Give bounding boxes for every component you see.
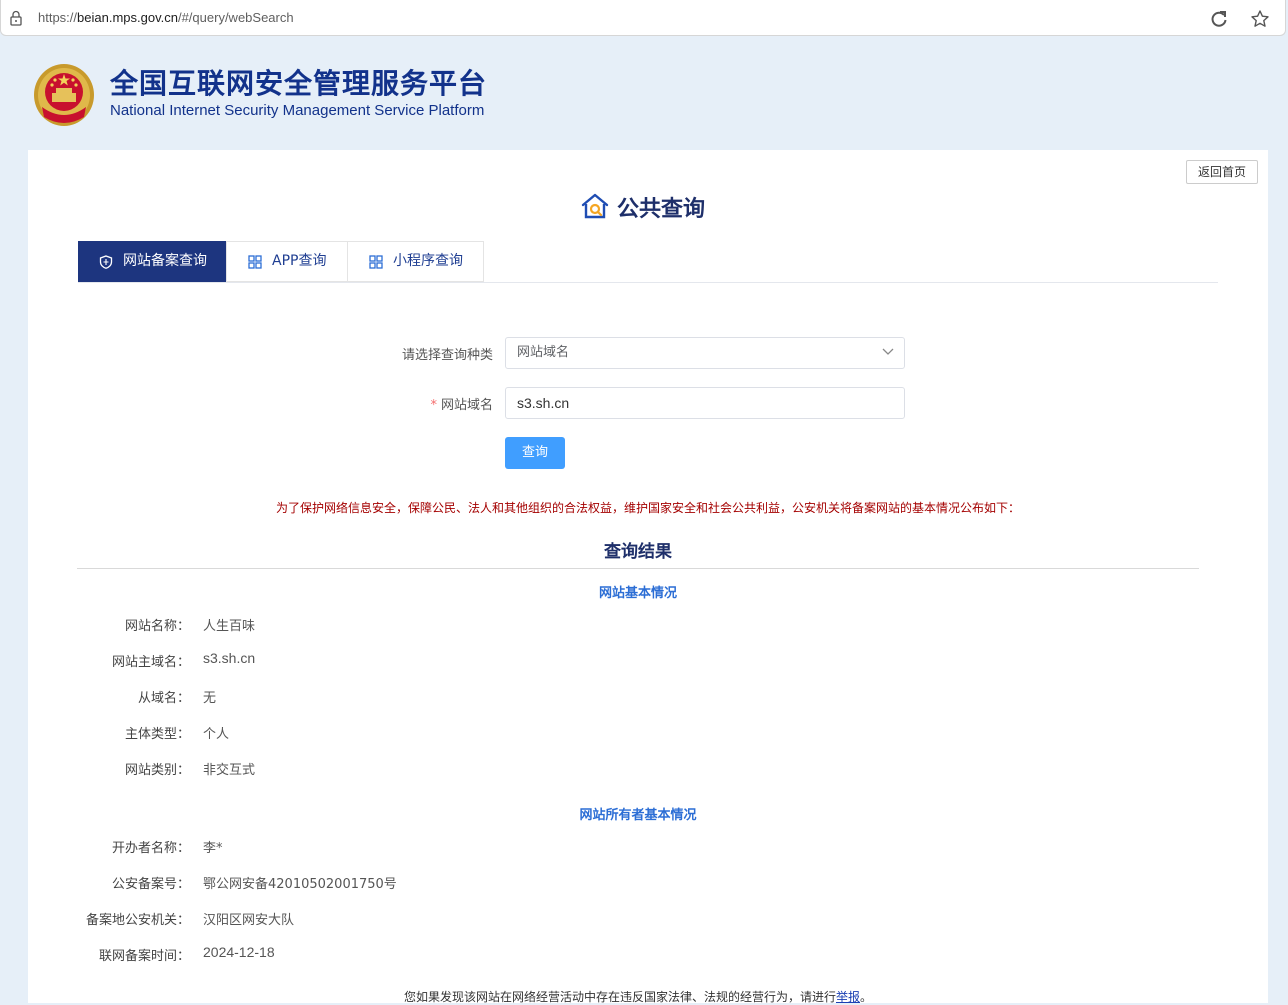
domain-label-text: 网站域名 — [440, 398, 493, 413]
row-label: 开办者名称： — [111, 841, 190, 856]
query-type-label: 请选择查询种类 — [401, 348, 493, 363]
shield-icon — [99, 255, 113, 269]
chevron-down-icon — [882, 348, 894, 355]
result-title: 查询结果 — [604, 542, 672, 562]
result-divider — [77, 568, 1199, 569]
browser-address-bar[interactable]: https://beian.mps.gov.cn/#/query/webSear… — [0, 0, 1286, 36]
site-subtitle: National Internet Security Management Se… — [110, 102, 485, 119]
grid-icon — [369, 255, 383, 269]
tab-mini-program[interactable]: 小程序查询 — [347, 241, 484, 282]
tab-label: 小程序查询 — [393, 253, 463, 269]
row-label: 从域名： — [137, 691, 190, 706]
grid-icon — [248, 255, 262, 269]
row-value: 无 — [203, 691, 217, 706]
row-value: 汉阳区网安大队 — [203, 913, 295, 928]
report-link[interactable]: 举报 — [836, 990, 860, 1004]
national-emblem-logo — [34, 64, 94, 126]
refresh-icon[interactable] — [1209, 9, 1229, 29]
owner-section-title: 网站所有者基本情况 — [579, 808, 697, 823]
row-value: 人生百味 — [203, 619, 256, 634]
row-label: 备案地公安机关： — [85, 913, 190, 928]
url-text[interactable]: https://beian.mps.gov.cn/#/query/webSear… — [38, 10, 294, 25]
row-value: s3.sh.cn — [203, 650, 256, 666]
domain-input-value: s3.sh.cn — [517, 395, 570, 411]
tab-label: 网站备案查询 — [123, 253, 207, 269]
row-label: 联网备案时间： — [98, 949, 190, 964]
report-notice-text: 您如果发现该网站在网络经营活动中存在违反国家法律、法规的经营行为，请进行 — [403, 990, 836, 1004]
query-type-select[interactable]: 网站域名 — [505, 337, 905, 369]
row-label: 网站类别： — [124, 763, 190, 778]
tab-divider — [78, 282, 1218, 283]
url-scheme: https:// — [38, 10, 78, 25]
website-section-title: 网站基本情况 — [598, 586, 677, 601]
row-value: 2024-12-18 — [203, 944, 275, 960]
query-button[interactable]: 查询 — [505, 437, 565, 469]
row-label: 网站名称： — [124, 619, 190, 634]
disclosure-notice: 为了保护网络信息安全，保障公民、法人和其他组织的合法权益，维护国家安全和社会公共… — [275, 501, 1020, 515]
page-heading-text: 公共查询 — [617, 197, 706, 222]
domain-input[interactable]: s3.sh.cn — [505, 387, 905, 419]
report-notice-end: 。 — [860, 990, 873, 1004]
house-search-icon — [581, 193, 609, 219]
favorite-star-icon[interactable] — [1250, 9, 1270, 29]
row-value: 非交互式 — [203, 763, 256, 778]
query-type-value: 网站域名 — [517, 345, 570, 360]
lock-icon[interactable] — [9, 10, 23, 26]
domain-label: * 网站域名 — [293, 394, 493, 413]
row-label: 主体类型： — [124, 727, 190, 742]
url-host: beian.mps.gov.cn — [77, 10, 178, 25]
row-value: 鄂公网安备42010502001750号 — [203, 877, 397, 892]
tab-app[interactable]: APP查询 — [226, 241, 348, 282]
site-title: 全国互联网安全管理服务平台 — [110, 67, 488, 100]
url-path: /#/query/webSearch — [177, 10, 294, 25]
back-home-button[interactable]: 返回首页 — [1185, 160, 1258, 184]
row-label: 公安备案号： — [111, 877, 190, 892]
row-label: 网站主域名： — [111, 655, 190, 670]
main-card: 返回首页 公共查询 网站备案查询 APP查询 小程序查询 请选择查询种类 网站域… — [28, 150, 1268, 1005]
row-value: 个人 — [203, 727, 230, 742]
row-value: 李* — [203, 841, 223, 856]
required-mark: * — [430, 398, 437, 413]
tab-label: APP查询 — [272, 253, 327, 269]
tab-website-filing[interactable]: 网站备案查询 — [78, 241, 227, 282]
report-notice: 您如果发现该网站在网络经营活动中存在违反国家法律、法规的经营行为，请进行举报。 — [28, 988, 1248, 1005]
